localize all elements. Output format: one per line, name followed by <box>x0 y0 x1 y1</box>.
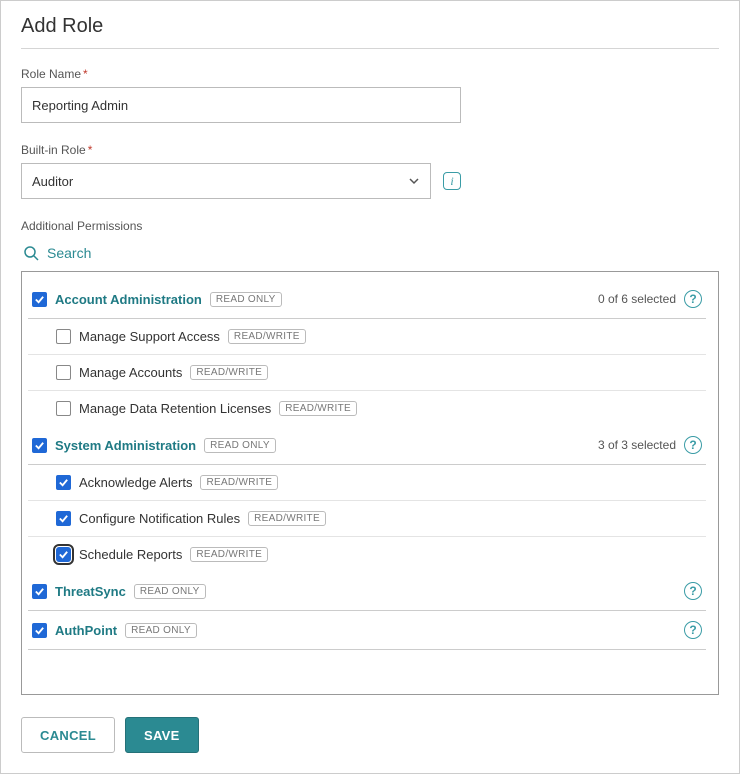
read-write-badge: READ/WRITE <box>200 475 278 490</box>
builtin-role-label: Built-in Role* <box>21 143 719 157</box>
additional-permissions-label: Additional Permissions <box>21 219 719 233</box>
permission-label: Configure Notification Rules <box>79 511 240 526</box>
permission-group-header[interactable]: Account Administration READ ONLY 0 of 6 se… <box>28 282 706 319</box>
group-title: Account Administration <box>55 292 202 307</box>
info-icon[interactable]: i <box>443 172 461 190</box>
permission-group-authpoint: AuthPoint READ ONLY? <box>28 613 706 650</box>
permission-checkbox[interactable] <box>56 329 71 344</box>
permissions-panel[interactable]: Account Administration READ ONLY 0 of 6 se… <box>21 271 719 695</box>
group-selected-count: 0 of 6 selected <box>598 292 676 306</box>
role-name-input[interactable] <box>21 87 461 123</box>
search-icon <box>23 245 39 261</box>
read-only-badge: READ ONLY <box>125 623 197 638</box>
permission-label: Acknowledge Alerts <box>79 475 192 490</box>
role-name-label: Role Name* <box>21 67 719 81</box>
read-write-badge: READ/WRITE <box>248 511 326 526</box>
dialog-title: Add Role <box>21 15 719 49</box>
group-title: AuthPoint <box>55 623 117 638</box>
role-name-label-text: Role Name <box>21 67 81 81</box>
permission-group-header[interactable]: ThreatSync READ ONLY? <box>28 574 706 611</box>
permission-item: Schedule Reports READ/WRITE <box>28 537 706 572</box>
group-checkbox[interactable] <box>32 623 47 638</box>
permission-checkbox[interactable] <box>56 401 71 416</box>
permission-checkbox[interactable] <box>56 511 71 526</box>
help-icon[interactable]: ? <box>684 436 702 454</box>
permissions-search[interactable]: Search <box>21 241 719 271</box>
permission-group-header[interactable]: System Administration READ ONLY 3 of 3 sel… <box>28 428 706 465</box>
save-button[interactable]: SAVE <box>125 717 199 753</box>
permission-group-threatsync: ThreatSync READ ONLY? <box>28 574 706 611</box>
group-title: System Administration <box>55 438 196 453</box>
read-write-badge: READ/WRITE <box>279 401 357 416</box>
permission-label: Manage Support Access <box>79 329 220 344</box>
read-only-badge: READ ONLY <box>204 438 276 453</box>
permission-item: Acknowledge Alerts READ/WRITE <box>28 465 706 501</box>
permission-group-system-admin: System Administration READ ONLY 3 of 3 sel… <box>28 428 706 572</box>
help-icon[interactable]: ? <box>684 621 702 639</box>
permission-label: Schedule Reports <box>79 547 182 562</box>
permission-item: Manage Support Access READ/WRITE <box>28 319 706 355</box>
read-write-badge: READ/WRITE <box>190 365 268 380</box>
read-write-badge: READ/WRITE <box>228 329 306 344</box>
chevron-down-icon <box>408 175 420 187</box>
permission-checkbox[interactable] <box>56 475 71 490</box>
builtin-role-value: Auditor <box>32 174 73 189</box>
read-only-badge: READ ONLY <box>134 584 206 599</box>
permission-label: Manage Data Retention Licenses <box>79 401 271 416</box>
read-write-badge: READ/WRITE <box>190 547 268 562</box>
permission-item: Configure Notification Rules READ/WRITE <box>28 501 706 537</box>
required-asterisk: * <box>83 67 88 81</box>
permission-checkbox[interactable] <box>56 547 71 562</box>
help-icon[interactable]: ? <box>684 290 702 308</box>
read-only-badge: READ ONLY <box>210 292 282 307</box>
permission-item: Manage Data Retention Licenses READ/WRITE <box>28 391 706 426</box>
builtin-role-label-text: Built-in Role <box>21 143 86 157</box>
permission-label: Manage Accounts <box>79 365 182 380</box>
group-checkbox[interactable] <box>32 584 47 599</box>
search-placeholder: Search <box>47 245 91 261</box>
add-role-dialog: Add Role Role Name* Built-in Role* Audit… <box>0 0 740 774</box>
builtin-role-select[interactable]: Auditor <box>21 163 431 199</box>
permission-checkbox[interactable] <box>56 365 71 380</box>
group-checkbox[interactable] <box>32 292 47 307</box>
dialog-footer: CANCEL SAVE <box>21 695 719 753</box>
role-name-field: Role Name* <box>21 67 719 123</box>
cancel-button[interactable]: CANCEL <box>21 717 115 753</box>
permission-item: Manage Accounts READ/WRITE <box>28 355 706 391</box>
group-checkbox[interactable] <box>32 438 47 453</box>
required-asterisk: * <box>88 143 93 157</box>
group-selected-count: 3 of 3 selected <box>598 438 676 452</box>
permission-group-account-admin: Account Administration READ ONLY 0 of 6 se… <box>28 282 706 426</box>
help-icon[interactable]: ? <box>684 582 702 600</box>
group-title: ThreatSync <box>55 584 126 599</box>
permission-group-header[interactable]: AuthPoint READ ONLY? <box>28 613 706 650</box>
builtin-role-field: Built-in Role* Auditor i <box>21 143 719 199</box>
